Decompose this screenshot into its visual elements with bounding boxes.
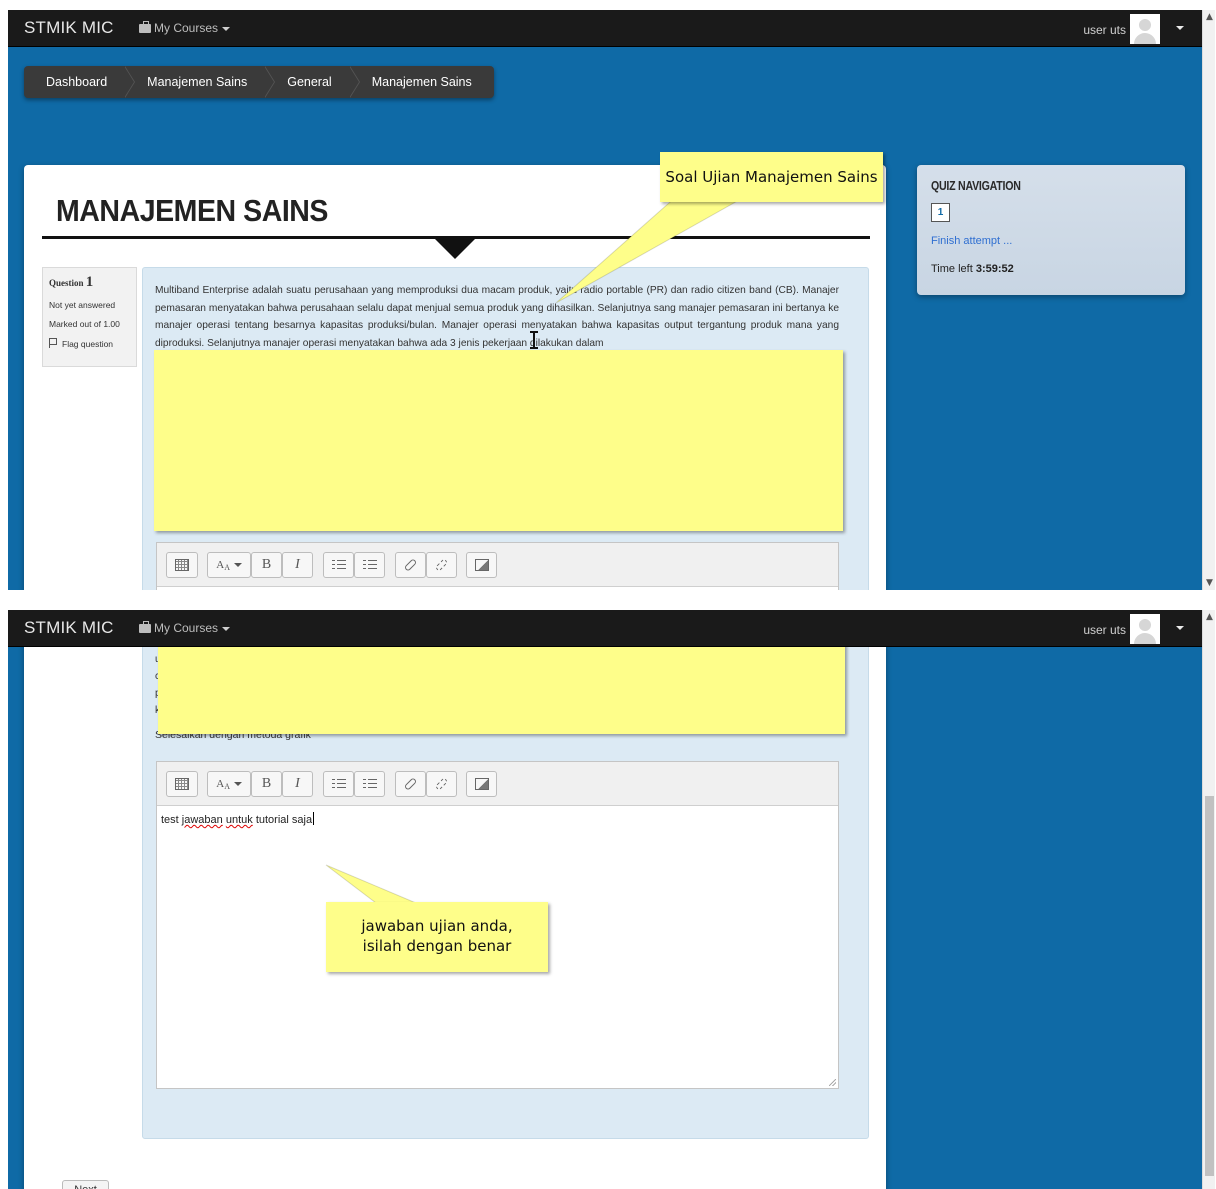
unlink-button[interactable]	[426, 771, 457, 797]
quiz-nav-title: QUIZ NAVIGATION	[931, 179, 1021, 193]
quiz-nav-question-button[interactable]: 1	[931, 203, 950, 222]
toolbar-toggle-button[interactable]	[166, 552, 198, 578]
answer-editor: AA B I	[156, 542, 839, 590]
answer-word: tutorial saja	[255, 814, 313, 826]
toolbar-toggle-icon	[175, 777, 189, 790]
text-caret	[313, 812, 315, 825]
toolbar-toggle-icon	[175, 558, 189, 571]
my-courses-label: My Courses	[154, 621, 219, 635]
link-icon	[403, 558, 418, 572]
resize-handle-icon[interactable]	[829, 1079, 836, 1086]
chevron-down-icon	[222, 626, 231, 631]
my-courses-menu[interactable]: My Courses	[139, 621, 231, 635]
image-icon	[474, 777, 489, 790]
font-style-button[interactable]: AA	[207, 552, 251, 578]
breadcrumb-item-dashboard[interactable]: Dashboard	[24, 66, 136, 98]
ordered-list-button[interactable]	[354, 552, 385, 578]
page-title: MANAJEMEN SAINS	[56, 193, 329, 228]
breadcrumb-item-section[interactable]: General	[265, 66, 360, 98]
title-pointer	[434, 238, 476, 259]
unordered-list-button[interactable]	[323, 771, 354, 797]
italic-button[interactable]: I	[282, 552, 313, 578]
ordered-list-icon	[362, 559, 377, 571]
avatar	[1130, 614, 1160, 644]
screenshot-top: STMIK MIC My Courses user uts Dashboard …	[8, 10, 1202, 590]
breadcrumb: Dashboard Manajemen Sains General Manaje…	[24, 66, 494, 98]
question-status: Not yet answered	[49, 300, 116, 310]
brand[interactable]: STMIK MIC	[24, 18, 114, 38]
scroll-thumb[interactable]	[1205, 796, 1214, 1176]
user-menu[interactable]: user uts	[1064, 614, 1184, 644]
link-icon	[403, 777, 418, 791]
question-info: Question 1 Not yet answered Marked out o…	[42, 267, 137, 367]
unordered-list-icon	[331, 559, 346, 571]
user-menu[interactable]: user uts	[1064, 14, 1184, 44]
next-button[interactable]: Next	[62, 1180, 109, 1189]
text-cursor-icon	[530, 331, 538, 349]
answer-word-misspelled: untuk	[225, 814, 253, 826]
main-card-scrolled: v a u c p k Selesaikan dengan metoda gra…	[24, 610, 886, 1189]
editor-toolbar-scrolled: AA B I	[157, 762, 838, 806]
bold-button[interactable]: B	[251, 771, 282, 797]
italic-button[interactable]: I	[282, 771, 313, 797]
unordered-list-icon	[331, 778, 346, 790]
editor-toolbar: AA B I	[157, 543, 838, 587]
answer-textarea[interactable]: test jawaban untuk tutorial saja	[161, 812, 315, 826]
unordered-list-button[interactable]	[323, 552, 354, 578]
callout-pointer	[555, 194, 750, 304]
image-icon	[474, 558, 489, 571]
link-button[interactable]	[395, 552, 426, 578]
bold-button[interactable]: B	[251, 552, 282, 578]
scroll-up-icon[interactable]: ▲	[1203, 611, 1216, 623]
link-button[interactable]	[395, 771, 426, 797]
callout-question: Soal Ujian Manajemen Sains	[660, 152, 883, 202]
my-courses-menu[interactable]: My Courses	[139, 21, 231, 35]
username: user uts	[1083, 623, 1126, 637]
unlink-icon	[434, 777, 449, 791]
answer-word-misspelled: jawaban	[181, 814, 223, 826]
top-navbar: STMIK MIC My Courses user uts	[8, 10, 1202, 47]
font-style-button[interactable]: AA	[207, 771, 251, 797]
question-number: Question 1	[49, 274, 94, 290]
answer-word: test	[161, 814, 179, 826]
my-courses-label: My Courses	[154, 21, 219, 35]
flag-icon	[49, 338, 58, 348]
briefcase-icon	[139, 21, 151, 33]
question-box-scrolled: v a u c p k Selesaikan dengan metoda gra…	[142, 610, 869, 1139]
breadcrumb-item-quiz[interactable]: Manajemen Sains	[350, 66, 494, 98]
chevron-down-icon	[1176, 26, 1184, 30]
unlink-button[interactable]	[426, 552, 457, 578]
username: user uts	[1083, 23, 1126, 37]
chevron-down-icon	[1176, 626, 1184, 630]
briefcase-icon	[139, 621, 151, 633]
scroll-up-icon[interactable]: ▲	[1203, 11, 1216, 23]
chevron-down-icon	[222, 26, 231, 31]
image-button[interactable]	[466, 771, 497, 797]
redaction-note	[154, 350, 843, 531]
unlink-icon	[434, 558, 449, 572]
screenshot-bottom: v a u c p k Selesaikan dengan metoda gra…	[8, 610, 1202, 1189]
ordered-list-button[interactable]	[354, 771, 385, 797]
callout-answer: jawaban ujian anda, isilah dengan benar	[326, 902, 548, 972]
finish-attempt-link[interactable]: Finish attempt ...	[931, 235, 1012, 247]
avatar	[1130, 14, 1160, 44]
question-box: Multiband Enterprise adalah suatu perusa…	[142, 267, 869, 590]
ordered-list-icon	[362, 778, 377, 790]
scrollbar-bottom[interactable]: ▲	[1202, 610, 1215, 1189]
toolbar-toggle-button[interactable]	[166, 771, 198, 797]
flag-question-link[interactable]: Flag question	[49, 338, 130, 349]
scrollbar-top[interactable]: ▲ ▼	[1202, 10, 1215, 590]
top-navbar: STMIK MIC My Courses user uts	[8, 610, 1202, 647]
question-marks: Marked out of 1.00	[49, 319, 120, 329]
quiz-navigation: QUIZ NAVIGATION 1 Finish attempt ... Tim…	[917, 165, 1185, 295]
time-left: Time left 3:59:52	[931, 263, 1014, 275]
brand[interactable]: STMIK MIC	[24, 618, 114, 638]
breadcrumb-item-course[interactable]: Manajemen Sains	[125, 66, 276, 98]
image-button[interactable]	[466, 552, 497, 578]
scroll-down-icon[interactable]: ▼	[1203, 577, 1216, 589]
